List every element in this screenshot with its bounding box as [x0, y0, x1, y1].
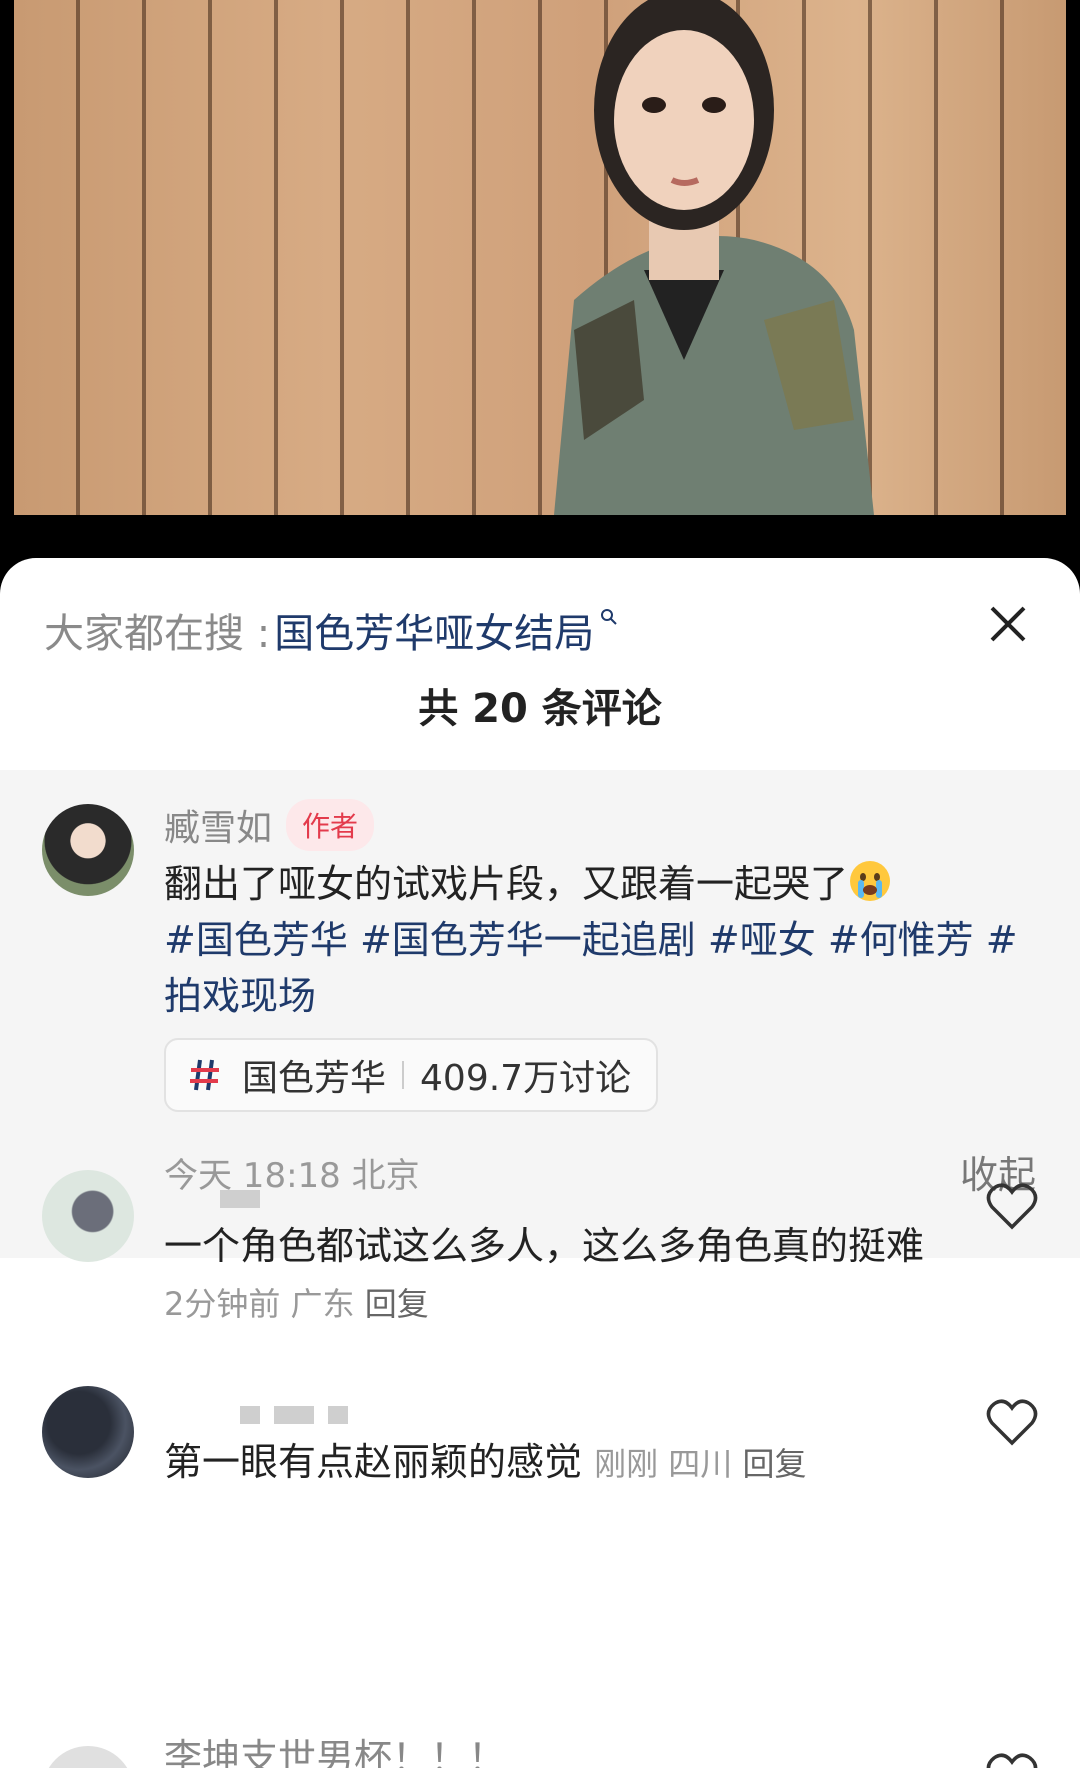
search-icon — [601, 609, 617, 625]
hashtag-link[interactable]: #哑女 — [708, 918, 816, 962]
hashtag-icon — [190, 1059, 219, 1091]
commenter-name-blurred — [220, 1190, 260, 1208]
comment-body: 一个角色都试这么多人，这么多角色真的挺难 — [164, 1224, 925, 1268]
like-heart-icon[interactable] — [986, 1182, 1038, 1232]
comment-location: 广东 — [290, 1285, 355, 1323]
comment-meta: 刚刚 四川 回复 — [594, 1445, 806, 1483]
trending-search[interactable]: 大家都在搜 : 国色芳华哑女结局 — [44, 602, 960, 658]
hashtag-link[interactable]: #国色芳华一起追剧 — [360, 918, 696, 962]
video-player[interactable] — [0, 0, 1080, 560]
comment-text: 李坤支世男杯！！！ — [164, 1730, 944, 1768]
topic-divider — [402, 1061, 405, 1089]
comment-time: 刚刚 — [594, 1445, 659, 1483]
comment-item: 第一眼有点赵丽颖的感觉 刚刚 四川 回复 — [0, 1386, 1080, 1536]
commenter-avatar[interactable] — [42, 1386, 134, 1478]
topic-chip[interactable]: 国色芳华 409.7万讨论 — [164, 1038, 658, 1112]
comment-item: 一个角色都试这么多人，这么多角色真的挺难 2分钟前 广东 回复 — [0, 1170, 1080, 1370]
comment-text: 第一眼有点赵丽颖的感觉 刚刚 四川 回复 — [164, 1434, 984, 1492]
comment-count-title: 共 20 条评论 — [418, 686, 662, 732]
post-body: 翻出了哑女的试戏片段，又跟着一起哭了 — [164, 862, 849, 906]
comment-text: 一个角色都试这么多人，这么多角色真的挺难 2分钟前 广东 回复 — [164, 1218, 944, 1332]
video-frame — [14, 0, 1066, 515]
like-heart-icon[interactable] — [986, 1752, 1038, 1768]
topic-name: 国色芳华 — [242, 1058, 387, 1099]
commenter-avatar[interactable] — [42, 1746, 134, 1768]
post-text: 翻出了哑女的试戏片段，又跟着一起哭了 #国色芳华 #国色芳华一起追剧 #哑女 #… — [164, 856, 1024, 1024]
hashtag-link[interactable]: #何惟芳 — [828, 918, 974, 962]
comment-body: 第一眼有点赵丽颖的感觉 — [164, 1440, 583, 1484]
topic-count: 409.7万讨论 — [420, 1058, 632, 1099]
reply-button[interactable]: 回复 — [742, 1445, 806, 1483]
commenter-avatar[interactable] — [42, 1170, 134, 1262]
author-name-row: 臧雪如 作者 — [164, 799, 375, 851]
comment-body: 李坤支世男杯！！！ — [164, 1736, 507, 1768]
reply-button[interactable]: 回复 — [365, 1285, 429, 1323]
comment-location: 四川 — [668, 1445, 733, 1483]
hashtag-link[interactable]: #国色芳华 — [164, 918, 348, 962]
crying-emoji-icon — [850, 861, 891, 901]
close-icon[interactable] — [986, 602, 1030, 646]
author-name[interactable]: 臧雪如 — [164, 799, 272, 851]
like-heart-icon[interactable] — [986, 1398, 1038, 1448]
trending-search-prefix: 大家都在搜 : — [44, 611, 271, 657]
author-avatar[interactable] — [42, 804, 134, 896]
author-badge: 作者 — [286, 799, 375, 851]
comment-item: 李坤支世男杯！！！ — [0, 1736, 1080, 1768]
comment-meta: 2分钟前 广东 回复 — [164, 1285, 429, 1323]
comment-sheet: 大家都在搜 : 国色芳华哑女结局 共 20 条评论 臧雪如 作者 翻出了哑女的试… — [0, 558, 1080, 1768]
commenter-name-blurred — [240, 1406, 348, 1424]
trending-search-term[interactable]: 国色芳华哑女结局 — [274, 601, 594, 659]
comment-time: 2分钟前 — [164, 1285, 281, 1323]
actress-figure — [554, 0, 874, 515]
